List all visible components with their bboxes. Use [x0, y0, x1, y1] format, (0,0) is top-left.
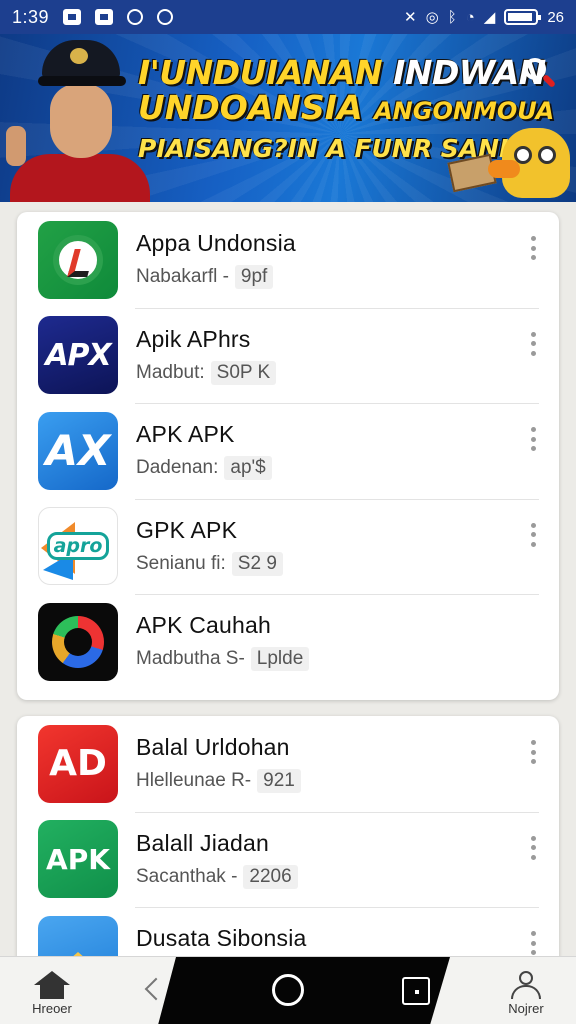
more-options-icon[interactable]	[529, 427, 537, 451]
promo-banner[interactable]: I'UNDUIANAN INDWAN UNDOANSIA ANGONMOUA P…	[0, 34, 576, 202]
app-subtitle: Hlelleunae R- 921	[136, 769, 499, 793]
list-item[interactable]: AD Balal Urldohan Hlelleunae R- 921	[17, 716, 559, 812]
app-icon-ax: AX	[38, 411, 118, 490]
app-tag: ap'$	[224, 456, 272, 480]
app-icon-label: apro	[46, 532, 110, 561]
list-item[interactable]: AX APK APK Dadenan: ap'$	[17, 403, 559, 499]
profile-icon	[509, 971, 543, 999]
notification-message-icon	[95, 9, 114, 25]
person-cap	[42, 40, 120, 80]
banner-line-2a: UNDOANSIA	[138, 88, 363, 127]
wifi-icon: ◔	[465, 8, 475, 26]
app-icon-apx: APX	[38, 316, 118, 395]
status-right: ✕ ◎ ᛒ ◔ ◢ 26	[404, 8, 564, 27]
app-name: Balall Jiadan	[136, 829, 270, 856]
person-visor	[38, 76, 126, 86]
app-icon-triangle	[38, 602, 118, 681]
app-name: Appa Undonsia	[136, 230, 296, 256]
app-name: GPK APK	[136, 516, 238, 543]
battery-icon	[504, 9, 542, 25]
nfc-icon: ✕	[404, 9, 417, 26]
app-name: APK APK	[136, 421, 235, 447]
person-body	[10, 154, 150, 202]
more-options-icon[interactable]	[529, 236, 537, 260]
person-thumb	[6, 126, 26, 166]
more-options-icon[interactable]	[529, 331, 537, 356]
mascot-beak	[488, 160, 520, 178]
notification-app-icon	[127, 9, 144, 25]
app-tag: 921	[257, 769, 301, 793]
notification-photo-icon	[63, 9, 82, 25]
mascot-eye-right	[538, 146, 556, 164]
banner-line-3: PIAISANG?IN A FUNR SANIAN	[138, 134, 549, 163]
status-bar: 1:39 ✕ ◎ ᛒ ◔ ◢ 26	[0, 0, 576, 34]
signal-icon: ◢	[483, 9, 496, 26]
list-item[interactable]: APK Cauhah Madbutha S- Lplde	[17, 594, 559, 690]
banner-person-image	[0, 34, 160, 202]
banner-headline: I'UNDUIANAN INDWAN UNDOANSIA ANGONMOUA P…	[138, 53, 554, 163]
bottom-navigation: Hreoer Nojrer	[0, 956, 576, 1024]
home-icon	[34, 971, 70, 999]
nav-home-button[interactable]: Hreoer	[20, 965, 84, 1021]
app-subtitle: Senianu fi: S2 9	[136, 551, 499, 576]
banner-line-1: I'UNDUIANAN INDWAN	[138, 53, 546, 92]
list-item[interactable]: APK Balall Jiadan Sacanthak -2206	[17, 811, 559, 908]
person-face	[50, 84, 112, 158]
banner-line-1a: I'UNDUIANAN	[138, 53, 383, 92]
app-list-card-1: Appa Undonsia Nabakarfl -9pf APX Apik AP…	[17, 212, 559, 700]
app-subtitle: Dadenan: ap'$	[136, 456, 499, 480]
notification-alert-icon	[157, 9, 174, 25]
nav-profile-button[interactable]: Nojrer	[494, 965, 558, 1021]
banner-mascot-image	[488, 102, 572, 202]
app-icon-apk: APK	[38, 820, 118, 899]
nav-home-label: Hreoer	[32, 1001, 72, 1016]
system-recents-button[interactable]	[402, 977, 430, 1005]
alarm-icon: ◎	[425, 9, 439, 26]
more-options-icon[interactable]	[529, 835, 537, 860]
app-tag: S0P K	[210, 360, 277, 385]
app-icon-ad: AD	[38, 724, 118, 803]
app-tag: S2 9	[231, 551, 283, 576]
app-subtitle: Nabakarfl -9pf	[136, 265, 499, 289]
battery-level: 26	[547, 8, 564, 26]
app-name: Dusata Sibonsia	[136, 925, 307, 951]
banner-line-2: UNDOANSIA ANGONMOUA	[138, 88, 554, 127]
app-tag: Lplde	[250, 647, 310, 671]
app-subtitle: Sacanthak -2206	[136, 864, 499, 889]
bluetooth-icon: ᛒ	[447, 8, 457, 26]
more-options-icon[interactable]	[529, 740, 537, 764]
more-options-icon[interactable]	[529, 931, 537, 955]
back-chevron-icon[interactable]	[142, 977, 162, 1003]
app-tag: 2206	[243, 864, 298, 889]
list-item[interactable]: apro GPK APK Senianu fi: S2 9	[17, 498, 559, 595]
app-tag: 9pf	[234, 265, 274, 289]
search-handle	[541, 73, 557, 89]
app-name: Apik APhrs	[136, 325, 251, 352]
app-icon-green	[38, 220, 118, 299]
list-item[interactable]: APX Apik APhrs Madbut: S0P K	[17, 307, 559, 404]
app-subtitle: Madbut: S0P K	[136, 360, 499, 385]
app-name: Balal Urldohan	[136, 734, 290, 760]
app-name: APK Cauhah	[136, 612, 271, 638]
status-time: 1:39	[12, 6, 50, 27]
nav-profile-label: Nojrer	[508, 1001, 544, 1016]
search-icon[interactable]	[522, 56, 558, 92]
app-subtitle: Madbutha S- Lplde	[136, 647, 499, 671]
status-left: 1:39	[12, 6, 174, 28]
system-home-button[interactable]	[272, 974, 304, 1006]
app-list-card-2: AD Balal Urldohan Hlelleunae R- 921 APK B…	[17, 716, 559, 976]
list-item[interactable]: Appa Undonsia Nabakarfl -9pf	[17, 212, 559, 308]
more-options-icon[interactable]	[529, 522, 537, 547]
app-icon-apro: apro	[38, 507, 118, 586]
